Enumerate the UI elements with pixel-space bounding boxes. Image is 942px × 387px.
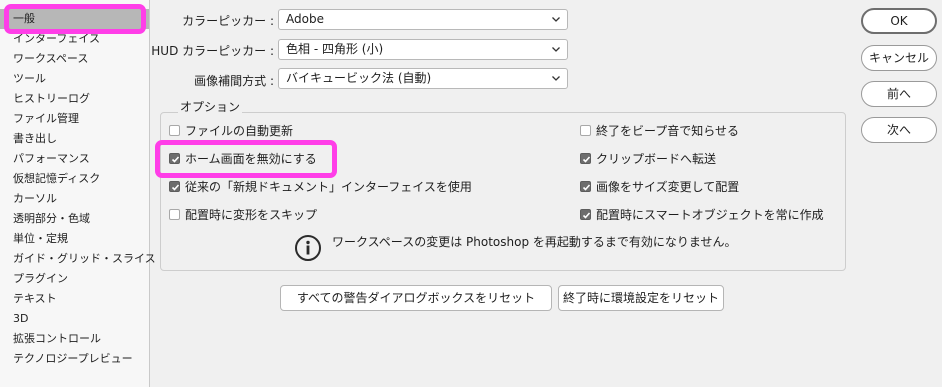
sidebar-item-cursors[interactable]: カーソル [0, 189, 149, 209]
color-picker-select[interactable]: Adobe [278, 9, 568, 30]
checkbox-box[interactable] [580, 181, 591, 192]
checkbox-box[interactable] [169, 125, 180, 136]
checkbox-box[interactable] [580, 153, 591, 164]
sidebar-item-workspace[interactable]: ワークスペース [0, 49, 149, 69]
sidebar-item-type[interactable]: テキスト [0, 289, 149, 309]
interpolation-select[interactable]: バイキュービック法 (自動) [278, 68, 568, 89]
ok-button[interactable]: OK [861, 8, 937, 34]
sidebar-item-tools[interactable]: ツール [0, 69, 149, 89]
sidebar-item-units-rulers[interactable]: 単位・定規 [0, 229, 149, 249]
preferences-dialog: 一般 インターフェイス ワークスペース ツール ヒストリーログ ファイル管理 書… [0, 0, 942, 387]
checkbox-label: 配置時に変形をスキップ [185, 208, 318, 222]
chevron-down-icon [552, 17, 560, 22]
checkbox-label: 従来の「新規ドキュメント」インターフェイスを使用 [185, 180, 472, 194]
color-picker-label: カラーピッカー : [182, 14, 274, 28]
checkmark-icon [171, 156, 180, 163]
checkmark-icon [582, 156, 591, 163]
chevron-down-icon [552, 76, 560, 81]
restart-info-text: ワークスペースの変更は Photoshop を再起動するまで有効になりません。 [332, 235, 737, 249]
sidebar-item-export[interactable]: 書き出し [0, 129, 149, 149]
sidebar-item-plugins[interactable]: プラグイン [0, 269, 149, 289]
reset-warnings-button[interactable]: すべての警告ダイアログボックスをリセット [280, 285, 552, 311]
sidebar-item-technology-previews[interactable]: テクノロジープレビュー [0, 349, 149, 369]
sidebar-item-general[interactable]: 一般 [0, 9, 149, 29]
color-picker-value: Adobe [286, 12, 324, 26]
checkmark-icon [582, 184, 591, 191]
sidebar: 一般 インターフェイス ワークスペース ツール ヒストリーログ ファイル管理 書… [0, 0, 156, 387]
hud-color-picker-select[interactable]: 色相 - 四角形 (小) [278, 39, 568, 60]
checkbox-label: 配置時にスマートオブジェクトを常に作成 [596, 208, 824, 222]
checkmark-icon [171, 184, 180, 191]
checkbox-label: ホーム画面を無効にする [185, 152, 317, 166]
reset-preferences-button[interactable]: 終了時に環境設定をリセット [558, 285, 724, 311]
sidebar-item-history-log[interactable]: ヒストリーログ [0, 89, 149, 109]
sidebar-item-performance[interactable]: パフォーマンス [0, 149, 149, 169]
checkbox-box[interactable] [169, 181, 180, 192]
hud-color-picker-label: HUD カラーピッカー : [151, 44, 274, 58]
chevron-down-icon [552, 47, 560, 52]
options-legend: オプション [178, 98, 243, 115]
checkbox-label: ファイルの自動更新 [185, 124, 294, 138]
interpolation-label: 画像補間方式 : [194, 74, 274, 88]
sidebar-item-interface[interactable]: インターフェイス [0, 29, 149, 49]
checkbox-box[interactable] [169, 209, 180, 220]
sidebar-item-transparency-gamut[interactable]: 透明部分・色域 [0, 209, 149, 229]
sidebar-item-enhanced-controls[interactable]: 拡張コントロール [0, 329, 149, 349]
checkbox-box[interactable] [580, 209, 591, 220]
sidebar-item-guides-grid-slices[interactable]: ガイド・グリッド・スライス [0, 249, 156, 269]
sidebar-item-3d[interactable]: 3D [0, 309, 149, 329]
interpolation-value: バイキュービック法 (自動) [286, 71, 432, 85]
info-icon [295, 235, 321, 261]
checkmark-icon [582, 212, 591, 219]
checkbox-box[interactable] [169, 153, 180, 164]
checkbox-label: クリップボードへ転送 [596, 152, 717, 166]
sidebar-item-scratch-disks[interactable]: 仮想記憶ディスク [0, 169, 149, 189]
next-button[interactable]: 次へ [861, 117, 937, 143]
prev-button[interactable]: 前へ [861, 81, 937, 107]
checkbox-box[interactable] [580, 125, 591, 136]
cancel-button[interactable]: キャンセル [861, 45, 937, 71]
checkbox-label: 画像をサイズ変更して配置 [596, 180, 740, 194]
sidebar-item-file-handling[interactable]: ファイル管理 [0, 109, 149, 129]
hud-color-picker-value: 色相 - 四角形 (小) [286, 42, 384, 56]
checkbox-label: 終了をビープ音で知らせる [596, 124, 740, 138]
